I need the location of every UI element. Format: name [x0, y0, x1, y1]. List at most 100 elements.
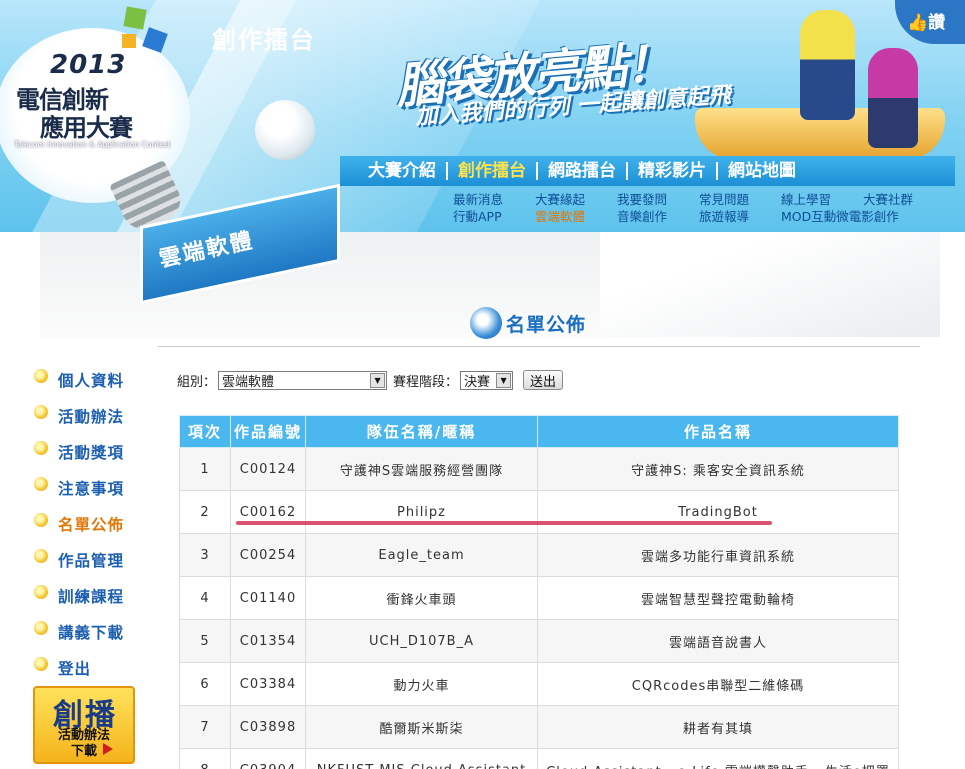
logo-english: Telecom Innovation & Application Contest: [14, 140, 171, 149]
sub-nav-ask[interactable]: 我要發問: [617, 192, 699, 208]
cell-team: 動力火車: [305, 662, 538, 706]
cube-icon: [123, 6, 147, 30]
chevron-down-icon: ▼: [370, 372, 386, 388]
sub-nav: 最新消息 大賽緣起 我要發問 常見問題 線上學習 大賽社群 行動APP 雲端軟體…: [453, 192, 945, 225]
cell-team: NKFUST MIS Cloud Assistant: [305, 748, 538, 769]
nav-item-creation[interactable]: 創作擂台: [448, 162, 538, 180]
sidebar-item-label: 登出: [58, 660, 92, 678]
cell-index: 1: [179, 447, 231, 491]
bullet-icon: [34, 585, 48, 599]
play-arrow-icon: [103, 743, 113, 755]
nav-item-sitemap[interactable]: 網站地圖: [718, 162, 806, 180]
cell-index: 3: [179, 533, 231, 577]
table-row: 7 C03898 酷爾斯米斯柒 耕者有其填: [179, 705, 899, 749]
cell-team: Philipz: [305, 490, 538, 534]
cell-work-id: C03384: [230, 662, 306, 706]
sub-nav-cloud-software[interactable]: 雲端軟體: [535, 209, 617, 225]
filter-form: 組別： 雲端軟體 ▼ 賽程階段： 決賽 ▼ 送出: [177, 370, 564, 390]
sub-nav-elearning[interactable]: 線上學習: [781, 192, 863, 208]
cell-work-name: CQRcodes串聯型二維條碼: [537, 662, 899, 706]
person-illustration: [868, 48, 918, 148]
table-row: 5 C01354 UCH_D107B_A 雲端語音說書人: [179, 619, 899, 663]
table-header-row: 項次 作品編號 隊伍名稱/暱稱 作品名稱: [179, 415, 899, 448]
nav-item-intro[interactable]: 大賽介紹: [358, 162, 448, 180]
cell-index: 7: [179, 705, 231, 749]
sidebar-item-logout[interactable]: 登出: [34, 650, 159, 686]
sidebar-item-awards[interactable]: 活動獎項: [34, 434, 159, 470]
sidebar-item-label: 注意事項: [58, 480, 125, 498]
page-title: 名單公佈: [506, 313, 587, 336]
person-illustration: [800, 10, 855, 120]
stage-select-value: 決賽: [464, 374, 491, 390]
cell-work-id: C01354: [230, 619, 306, 663]
submit-button[interactable]: 送出: [523, 370, 564, 390]
group-select[interactable]: 雲端軟體 ▼: [218, 370, 388, 390]
stage-select[interactable]: 決賽 ▼: [460, 370, 514, 390]
cell-index: 8: [179, 748, 231, 769]
table-row: 4 C01140 衝鋒火車頭 雲端智慧型聲控電動輪椅: [179, 576, 899, 620]
sidebar-item-label: 名單公佈: [58, 516, 125, 534]
promo-download-banner[interactable]: 創播 活動辦法 下載: [33, 686, 135, 764]
sidebar-item-label: 訓練課程: [58, 588, 125, 606]
bullet-icon: [34, 369, 48, 383]
sub-nav-news[interactable]: 最新消息: [453, 192, 535, 208]
table-row: 1 C00124 守護神S雲端服務經營團隊 守護神S: 乘客安全資訊系統: [179, 447, 899, 491]
sidebar-item-profile[interactable]: 個人資料: [34, 362, 159, 398]
cell-team: 衝鋒火車頭: [305, 576, 538, 620]
logo-year: 2013: [50, 50, 127, 80]
sidebar-item-results[interactable]: 名單公佈: [34, 506, 159, 542]
thumbs-up-icon: 👍: [907, 13, 929, 33]
sidebar-item-rules[interactable]: 活動辦法: [34, 398, 159, 434]
nav-item-videos[interactable]: 精彩影片: [628, 162, 718, 180]
table-row: 6 C03384 動力火車 CQRcodes串聯型二維條碼: [179, 662, 899, 706]
cell-work-name: TradingBot: [537, 490, 899, 534]
cell-index: 4: [179, 576, 231, 620]
sub-nav-travel[interactable]: 旅遊報導: [699, 209, 781, 225]
table-row: 3 C00254 Eagle_team 雲端多功能行車資訊系統: [179, 533, 899, 577]
cell-team: UCH_D107B_A: [305, 619, 538, 663]
sidebar-item-label: 講義下載: [58, 624, 125, 642]
bullet-icon: [34, 513, 48, 527]
sidebar-item-downloads[interactable]: 講義下載: [34, 614, 159, 650]
group-label: 組別：: [177, 374, 217, 390]
cell-work-id: C03904: [230, 748, 306, 769]
cell-work-name: 雲端語音說書人: [537, 619, 899, 663]
table-row: 8 C03904 NKFUST MIS Cloud Assistant Clou…: [179, 748, 899, 769]
sidebar-item-label: 個人資料: [58, 372, 125, 390]
like-button[interactable]: 👍讚: [895, 0, 965, 44]
divider: [158, 346, 920, 347]
group-select-value: 雲端軟體: [222, 374, 275, 390]
nav-item-network[interactable]: 網路擂台: [538, 162, 628, 180]
sidebar-item-label: 活動辦法: [58, 408, 125, 426]
like-label: 讚: [928, 13, 946, 33]
cell-index: 5: [179, 619, 231, 663]
sub-nav-origin[interactable]: 大賽緣起: [535, 192, 617, 208]
cube-icon: [122, 34, 136, 48]
sidebar-item-label: 活動獎項: [58, 444, 125, 462]
sidebar: 個人資料 活動辦法 活動獎項 注意事項 名單公佈 作品管理 訓練課程 講義下載 …: [34, 362, 159, 686]
sidebar-item-training[interactable]: 訓練課程: [34, 578, 159, 614]
logo-title-line2: 應用大賽: [40, 114, 133, 142]
bullet-icon: [34, 441, 48, 455]
cell-work-id: C03898: [230, 705, 306, 749]
promo-subtitle-line1: 活動辦法: [57, 728, 110, 743]
bullet-icon: [34, 621, 48, 635]
sub-nav-community[interactable]: 大賽社群: [863, 192, 945, 208]
results-table: 項次 作品編號 隊伍名稱/暱稱 作品名稱 1 C00124 守護神S雲端服務經營…: [179, 415, 899, 769]
cell-work-name: 守護神S: 乘客安全資訊系統: [537, 447, 899, 491]
sub-nav-mobile-app[interactable]: 行動APP: [453, 209, 535, 225]
cell-work-id: C01140: [230, 576, 306, 620]
sub-nav-mod[interactable]: MOD互動微電影創作: [781, 209, 899, 225]
bullet-icon: [34, 549, 48, 563]
cell-work-name: 雲端智慧型聲控電動輪椅: [537, 576, 899, 620]
sub-nav-faq[interactable]: 常見問題: [699, 192, 781, 208]
column-header-team: 隊伍名稱/暱稱: [305, 415, 538, 448]
cell-work-id: C00162: [230, 490, 306, 534]
content-top-panel-right: [600, 232, 940, 337]
cell-work-name: Cloud Assistant - e-Life 雲端權聲助手 - 生活e把罩: [537, 748, 899, 769]
chevron-down-icon: ▼: [496, 372, 512, 388]
sidebar-item-works[interactable]: 作品管理: [34, 542, 159, 578]
sidebar-item-notes[interactable]: 注意事項: [34, 470, 159, 506]
main-nav: 大賽介紹 創作擂台 網路擂台 精彩影片 網站地圖: [340, 156, 955, 186]
sub-nav-music[interactable]: 音樂創作: [617, 209, 699, 225]
